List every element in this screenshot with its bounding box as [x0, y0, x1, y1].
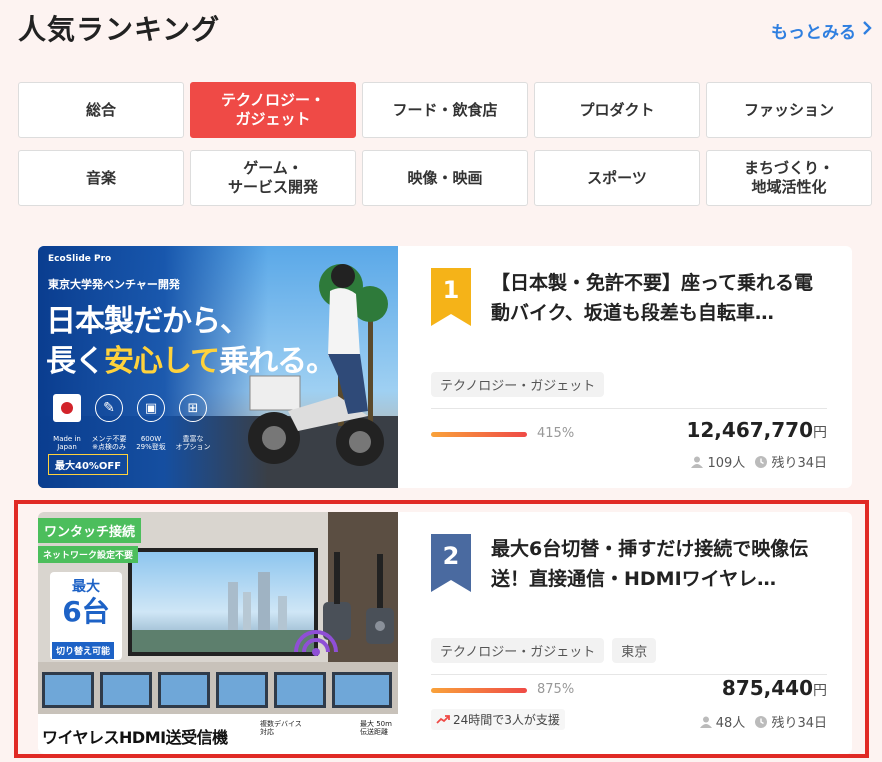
divider	[431, 674, 827, 675]
rank-number: 2	[442, 542, 460, 570]
category-tab-all[interactable]: 総合	[18, 82, 184, 138]
sale-badge: 最大40%OFF	[48, 454, 129, 475]
category-tab-technology[interactable]: テクノロジー・ ガジェット	[190, 82, 356, 138]
person-icon	[699, 716, 712, 732]
rank-badge: 1	[431, 268, 471, 326]
category-tabs: 総合 テクノロジー・ ガジェット フード・飲食店 プロダクト ファッション 音楽…	[18, 82, 872, 206]
days-remaining: 残り34日	[771, 716, 827, 731]
clock-icon	[755, 715, 768, 732]
progress-percent: 415%	[537, 426, 575, 441]
item-meta: 48人 残り34日	[699, 712, 827, 732]
battery-icon: ▣	[137, 394, 165, 423]
page-title: 人気ランキング	[18, 13, 221, 46]
tag[interactable]: テクノロジー・ガジェット	[431, 372, 605, 397]
tag-list: テクノロジー・ガジェット 東京	[431, 638, 657, 663]
image-bottom-title: ワイヤレスHDMI送受信機	[42, 728, 228, 747]
ranking-item[interactable]: EcoSlide Pro 東京大学発ベンチャー開発 日本製だから、 長く安心して…	[38, 246, 852, 488]
tag[interactable]: 東京	[612, 638, 657, 663]
progress-bar	[431, 432, 527, 437]
person-icon	[691, 456, 704, 472]
days-remaining: 残り34日	[771, 456, 827, 471]
image-sublabel: ネットワーク設定不要	[38, 546, 139, 563]
item-title[interactable]: 【日本製・免許不要】座って乗れる電動バイク、坂道も段差も自転車…	[491, 268, 831, 328]
brand-logo: EcoSlide Pro	[48, 254, 112, 264]
feature-distance: 最大 50m 伝送距離	[360, 720, 392, 737]
feature-icons: Made in Japan ✎ メンテ不要 ※点検のみ ▣ 600W 29%登坂…	[48, 386, 212, 452]
category-tab-music[interactable]: 音楽	[18, 150, 184, 206]
product-image[interactable]: ワンタッチ接続 ネットワーク設定不要 最大 6台 切り替え可能 ワイヤレスHDM…	[38, 512, 398, 754]
item-info: 2 最大6台切替・挿すだけ接続で映像伝送！直接通信・HDMIワイヤレ… テクノロ…	[431, 512, 827, 754]
image-headline: 日本製だから、	[46, 304, 250, 339]
category-tab-product[interactable]: プロダクト	[534, 82, 700, 138]
category-tab-sports[interactable]: スポーツ	[534, 150, 700, 206]
support-note: 24時間で3人が支援	[431, 709, 565, 730]
item-info: 1 【日本製・免許不要】座って乗れる電動バイク、坂道も段差も自転車… テクノロジ…	[431, 246, 827, 488]
tag-list: テクノロジー・ガジェット	[431, 372, 605, 397]
category-tab-game[interactable]: ゲーム・ サービス開発	[190, 150, 356, 206]
feature-devices: 複数デバイス 対応	[260, 720, 302, 737]
japan-flag-icon	[53, 394, 81, 423]
category-tab-community[interactable]: まちづくり・ 地域活性化	[706, 150, 872, 206]
progress-percent: 875%	[537, 682, 575, 697]
funded-amount: 875,440円	[721, 676, 827, 700]
see-more-link[interactable]: もっとみる	[771, 18, 872, 43]
item-meta: 109人 残り34日	[691, 452, 827, 472]
image-label: ワンタッチ接続	[38, 518, 142, 543]
chevron-right-icon	[862, 20, 872, 41]
see-more-label: もっとみる	[771, 23, 856, 43]
product-image[interactable]: EcoSlide Pro 東京大学発ベンチャー開発 日本製だから、 長く安心して…	[38, 246, 398, 488]
tag[interactable]: テクノロジー・ガジェット	[431, 638, 605, 663]
switch-label: 切り替え可能	[52, 642, 115, 659]
funded-amount: 12,467,770円	[686, 418, 827, 442]
divider	[431, 408, 827, 409]
rank-number: 1	[442, 276, 460, 304]
clock-icon	[755, 455, 768, 472]
category-tab-food[interactable]: フード・飲食店	[362, 82, 528, 138]
category-tab-fashion[interactable]: ファッション	[706, 82, 872, 138]
progress-bar	[431, 688, 527, 693]
rank-badge: 2	[431, 534, 471, 592]
trending-up-icon	[436, 713, 450, 727]
image-headline-2: 長く安心して乗れる。	[46, 344, 336, 379]
ranking-item[interactable]: ワンタッチ接続 ネットワーク設定不要 最大 6台 切り替え可能 ワイヤレスHDM…	[38, 512, 852, 754]
category-tab-film[interactable]: 映像・映画	[362, 150, 528, 206]
wrench-icon: ✎	[95, 394, 123, 423]
item-title[interactable]: 最大6台切替・挿すだけ接続で映像伝送！直接通信・HDMIワイヤレ…	[491, 534, 831, 594]
cart-icon: ⊞	[179, 394, 207, 423]
image-subtitle: 東京大学発ベンチャー開発	[48, 278, 180, 291]
supporter-count: 48人	[715, 716, 746, 731]
supporter-count: 109人	[707, 456, 746, 471]
